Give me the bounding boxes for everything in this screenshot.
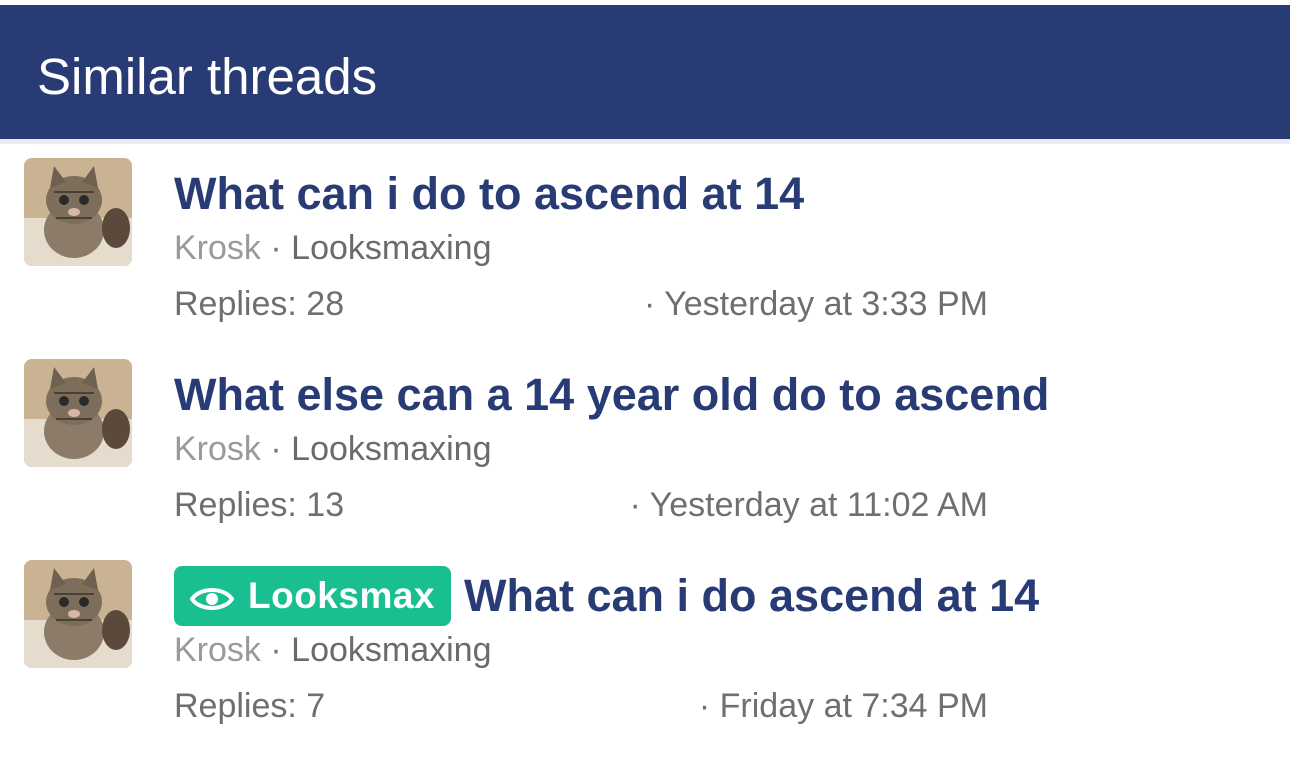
avatar[interactable] — [24, 359, 132, 467]
prefix-badge-looksmax[interactable]: Looksmax — [174, 566, 452, 626]
thread-title-row: What else can a 14 year old do to ascend — [174, 363, 1049, 427]
thread-title-row: What can i do to ascend at 14 — [174, 162, 804, 226]
forum-link[interactable]: Looksmaxing — [291, 430, 491, 468]
section-title: Similar threads — [37, 48, 378, 105]
last-post-date[interactable]: · Yesterday at 3:33 PM — [644, 282, 988, 326]
avatar[interactable] — [24, 560, 132, 668]
last-post-date[interactable]: · Yesterday at 11:02 AM — [630, 483, 989, 527]
reply-count: Replies: 13 — [174, 486, 345, 524]
author-link[interactable]: Krosk — [174, 430, 261, 468]
thread-title-link[interactable]: What can i do ascend at 14 — [464, 564, 1039, 628]
thread-title-link[interactable]: What else can a 14 year old do to ascend — [174, 363, 1049, 427]
eye-icon — [189, 581, 235, 611]
thread-item[interactable]: What can i do to ascend at 14 Krosk · Lo… — [0, 158, 1290, 348]
thread-item[interactable]: Looksmax What can i do ascend at 14 Kros… — [0, 560, 1290, 750]
reply-count: Replies: 7 — [174, 687, 326, 725]
similar-threads-page: Similar threads What can i do to ascend … — [0, 0, 1290, 757]
author-link[interactable]: Krosk — [174, 229, 261, 267]
thread-meta: Krosk · Looksmaxing — [174, 427, 492, 471]
avatar[interactable] — [24, 158, 132, 266]
last-post-date[interactable]: · Friday at 7:34 PM — [699, 684, 988, 728]
meta-separator: · — [270, 229, 282, 267]
thread-meta: Krosk · Looksmaxing — [174, 226, 492, 270]
reply-count: Replies: 28 — [174, 285, 345, 323]
similar-threads-header: Similar threads — [0, 5, 1290, 144]
thread-title-link[interactable]: What can i do to ascend at 14 — [174, 162, 804, 226]
forum-link[interactable]: Looksmaxing — [291, 631, 491, 669]
meta-separator: · — [270, 631, 282, 669]
thread-item[interactable]: What else can a 14 year old do to ascend… — [0, 359, 1290, 549]
thread-meta: Krosk · Looksmaxing — [174, 628, 492, 672]
thread-title-row: Looksmax What can i do ascend at 14 — [174, 564, 1039, 628]
meta-separator: · — [270, 430, 282, 468]
prefix-label: Looksmax — [248, 575, 436, 616]
forum-link[interactable]: Looksmaxing — [291, 229, 491, 267]
author-link[interactable]: Krosk — [174, 631, 261, 669]
